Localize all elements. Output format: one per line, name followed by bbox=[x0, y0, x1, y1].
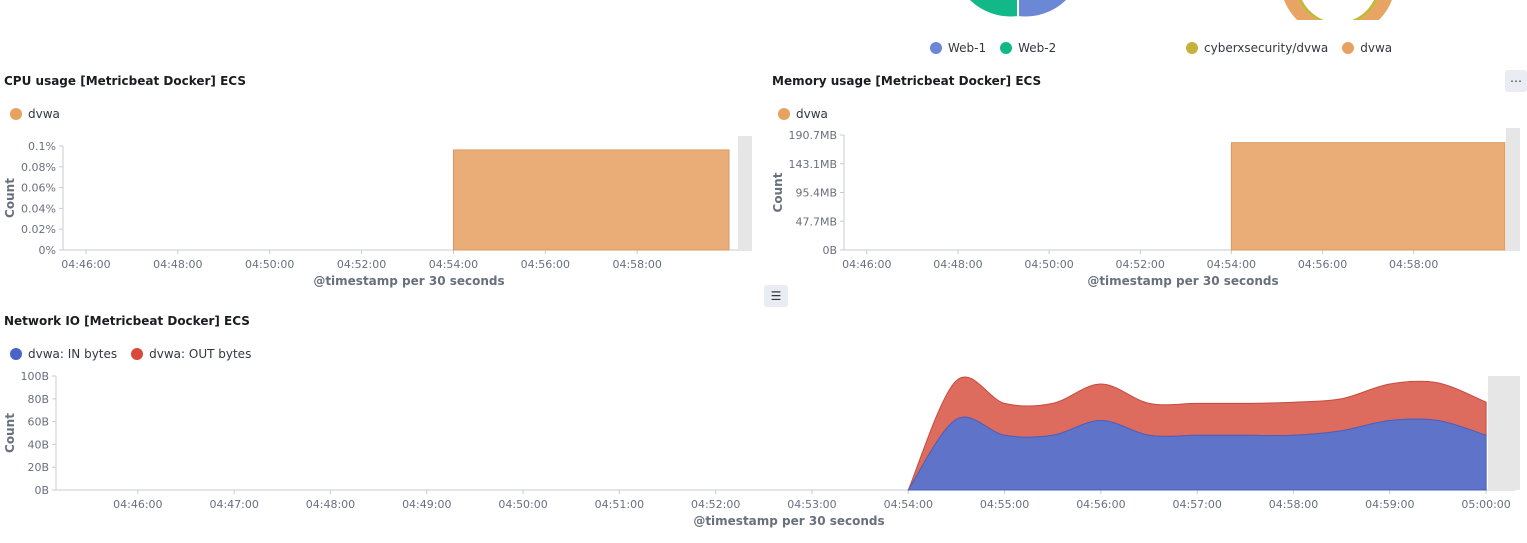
legend-dot-icon bbox=[778, 108, 790, 120]
x-tick-label: 04:56:00 bbox=[1298, 258, 1347, 271]
x-tick-label: 04:54:00 bbox=[884, 498, 933, 511]
y-tick-label: 0B bbox=[822, 244, 837, 257]
legend-label: Web-2 bbox=[1018, 41, 1057, 55]
x-tick-label: 04:48:00 bbox=[933, 258, 982, 271]
x-tick-label: 04:56:00 bbox=[521, 258, 570, 271]
y-tick-label: 60B bbox=[27, 416, 49, 429]
pie-slice-web1[interactable] bbox=[1018, 0, 1066, 17]
x-tick-label: 04:58:00 bbox=[612, 258, 661, 271]
y-tick-label: 0.02% bbox=[21, 223, 56, 236]
y-tick-label: 143.1MB bbox=[788, 158, 837, 171]
x-tick-label: 04:52:00 bbox=[691, 498, 740, 511]
x-tick-label: 04:50:00 bbox=[1024, 258, 1073, 271]
bar-dvwa bbox=[452, 149, 730, 251]
top-pie-left bbox=[970, 0, 1066, 17]
x-tick-label: 04:54:00 bbox=[1207, 258, 1256, 271]
y-tick-label: 0.1% bbox=[28, 140, 56, 153]
x-tick-label: 04:57:00 bbox=[1172, 498, 1221, 511]
legend-label: dvwa: IN bytes bbox=[28, 347, 118, 361]
legend-dot-icon bbox=[1000, 42, 1013, 54]
scroll-strip bbox=[1506, 128, 1520, 250]
x-tick-label: 04:59:00 bbox=[1365, 498, 1414, 511]
legend-label: dvwa bbox=[1360, 41, 1393, 55]
top-pie-right bbox=[1284, 0, 1392, 20]
network-legend: dvwa: IN bytes dvwa: OUT bytes bbox=[10, 347, 265, 361]
x-tick-label: 04:47:00 bbox=[209, 498, 258, 511]
y-tick-label: 0% bbox=[39, 244, 56, 257]
legend-item-cyberxsecurity-dvwa[interactable]: cyberxsecurity/dvwa bbox=[1186, 41, 1328, 55]
legend-label: dvwa: OUT bytes bbox=[149, 347, 252, 361]
legend-item-dvwa-out-bytes[interactable]: dvwa: OUT bytes bbox=[131, 347, 251, 361]
y-tick-label: 190.7MB bbox=[788, 129, 837, 142]
y-axis-title: Count bbox=[771, 172, 785, 212]
x-tick-label: 04:58:00 bbox=[1269, 498, 1318, 511]
legend-dot-icon bbox=[1342, 42, 1355, 54]
x-axis-title: @timestamp per 30 seconds bbox=[693, 514, 884, 528]
x-tick-label: 04:48:00 bbox=[153, 258, 202, 271]
cpu-chart[interactable]: 0% 0.02% 0.04% 0.06% 0.08% 0.1% 04:46:00 04:48:… bbox=[0, 128, 760, 293]
legend-toggle-icon[interactable]: ☰ bbox=[764, 285, 788, 307]
memory-legend: dvwa bbox=[778, 107, 842, 121]
legend-label: dvwa bbox=[28, 107, 60, 121]
legend-dot-icon bbox=[1186, 42, 1198, 54]
x-axis-title: @timestamp per 30 seconds bbox=[1087, 274, 1278, 288]
panel-options-icon[interactable]: ⋯ bbox=[1505, 70, 1527, 92]
y-tick-label: 20B bbox=[27, 461, 49, 474]
top-legend-left: Web-1 Web-2 bbox=[930, 41, 1070, 55]
y-axis-title: Count bbox=[3, 178, 17, 218]
bar-dvwa bbox=[1230, 142, 1506, 251]
x-tick-label: 04:54:00 bbox=[429, 258, 478, 271]
pie-slice-web2[interactable] bbox=[970, 0, 1018, 17]
legend-item-web1[interactable]: Web-1 bbox=[930, 41, 986, 55]
legend-item-web2[interactable]: Web-2 bbox=[1000, 41, 1056, 55]
x-tick-label: 04:56:00 bbox=[1076, 498, 1125, 511]
y-tick-label: 100B bbox=[20, 370, 49, 383]
x-tick-label: 04:58:00 bbox=[1389, 258, 1438, 271]
y-axis-title: Count bbox=[3, 413, 17, 453]
y-tick-label: 0.06% bbox=[21, 182, 56, 195]
x-tick-label: 04:52:00 bbox=[337, 258, 386, 271]
network-panel-title: Network IO [Metricbeat Docker] ECS bbox=[4, 314, 250, 328]
legend-item-dvwa[interactable]: dvwa bbox=[10, 107, 60, 121]
y-tick-label: 95.4MB bbox=[795, 187, 837, 200]
legend-dot-icon bbox=[930, 42, 942, 54]
x-tick-label: 04:53:00 bbox=[787, 498, 836, 511]
x-tick-label: 04:55:00 bbox=[980, 498, 1029, 511]
legend-item-dvwa[interactable]: dvwa bbox=[778, 107, 828, 121]
x-tick-label: 04:52:00 bbox=[1116, 258, 1165, 271]
top-legend-right: cyberxsecurity/dvwa dvwa bbox=[1186, 41, 1406, 55]
legend-item-dvwa[interactable]: dvwa bbox=[1342, 41, 1392, 55]
legend-dot-icon bbox=[10, 348, 22, 360]
y-tick-label: 40B bbox=[27, 438, 49, 451]
memory-panel-title: Memory usage [Metricbeat Docker] ECS bbox=[772, 74, 1042, 88]
y-tick-label: 0B bbox=[34, 484, 49, 497]
legend-label: Web-1 bbox=[948, 41, 987, 55]
cpu-panel-title: CPU usage [Metricbeat Docker] ECS bbox=[4, 74, 246, 88]
x-tick-label: 04:51:00 bbox=[595, 498, 644, 511]
legend-dot-icon bbox=[10, 108, 22, 120]
memory-chart[interactable]: 0B 47.7MB 95.4MB 143.1MB 190.7MB 04:46:00 04:4… bbox=[768, 128, 1527, 293]
y-tick-label: 80B bbox=[27, 393, 49, 406]
x-tick-label: 04:46:00 bbox=[113, 498, 162, 511]
x-axis-title: @timestamp per 30 seconds bbox=[313, 274, 504, 288]
x-tick-label: 04:50:00 bbox=[498, 498, 547, 511]
x-tick-label: 04:46:00 bbox=[61, 258, 110, 271]
legend-item-dvwa-in-bytes[interactable]: dvwa: IN bytes bbox=[10, 347, 117, 361]
y-tick-label: 0.08% bbox=[21, 161, 56, 174]
x-tick-label: 04:46:00 bbox=[842, 258, 891, 271]
scroll-strip bbox=[1488, 376, 1520, 490]
legend-label: dvwa bbox=[796, 107, 828, 121]
scroll-strip bbox=[738, 136, 752, 250]
x-tick-label: 05:00:00 bbox=[1461, 498, 1510, 511]
x-tick-label: 04:50:00 bbox=[245, 258, 294, 271]
cpu-legend: dvwa bbox=[10, 107, 74, 121]
network-chart[interactable]: 0B 20B 40B 60B 80B 100B 04:46:00 04:47:00 04:48:… bbox=[0, 366, 1527, 536]
y-tick-label: 47.7MB bbox=[795, 215, 837, 228]
legend-label: cyberxsecurity/dvwa bbox=[1204, 41, 1329, 55]
legend-dot-icon bbox=[131, 348, 144, 360]
y-tick-label: 0.04% bbox=[21, 202, 56, 215]
x-tick-label: 04:48:00 bbox=[306, 498, 355, 511]
x-tick-label: 04:49:00 bbox=[402, 498, 451, 511]
